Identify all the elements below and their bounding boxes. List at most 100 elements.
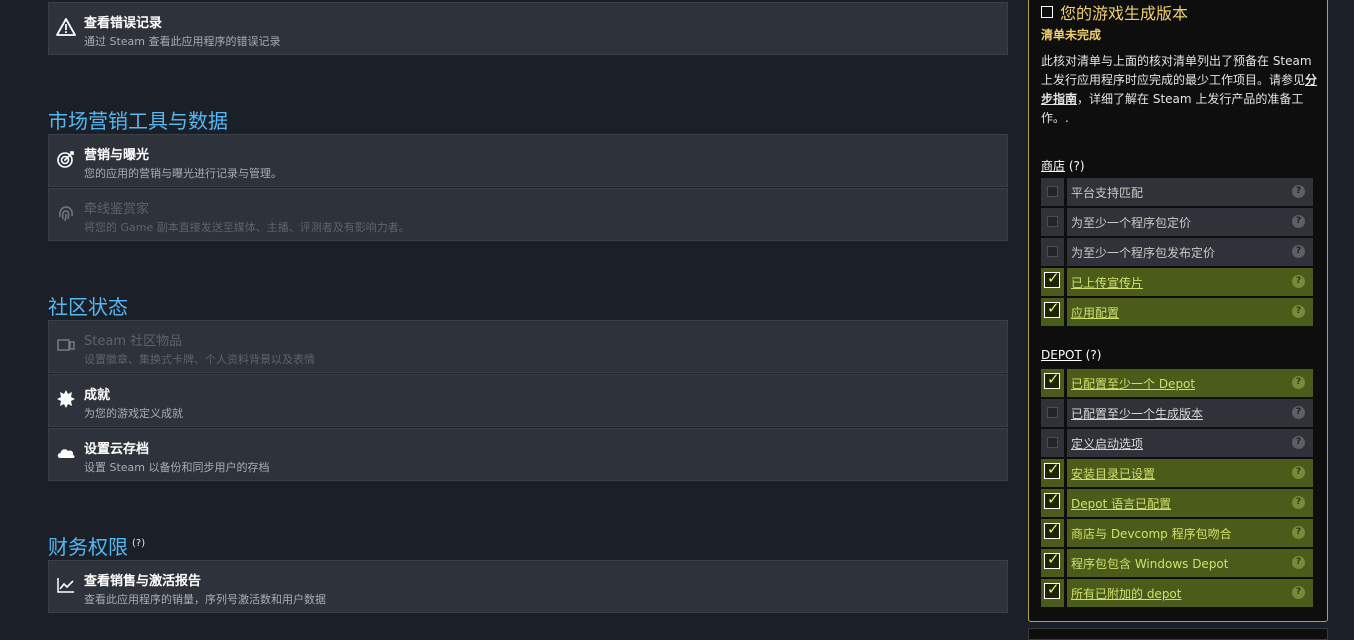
item-title: 成就	[84, 388, 111, 403]
item-desc: 设置徽章、集换式卡牌、个人资料背景以及表情	[84, 353, 315, 366]
row-label: 安装目录已设置	[1071, 467, 1156, 481]
checkbox[interactable]	[1041, 178, 1064, 206]
help-icon[interactable]: ?	[1292, 466, 1305, 479]
store-link[interactable]: 商店	[1041, 159, 1065, 173]
checkbox[interactable]	[1041, 298, 1064, 326]
item-title: 营销与曝光	[84, 148, 150, 163]
row-label: 程序包包含 Windows Depot	[1071, 557, 1229, 571]
check-icon	[1044, 370, 1060, 389]
help-icon[interactable]: ?	[1292, 526, 1305, 539]
checkbox[interactable]	[1041, 459, 1064, 487]
row-label: 已配置至少一个生成版本	[1071, 407, 1204, 421]
item-desc: 设置 Steam 以备份和同步用户的存档	[84, 461, 270, 474]
achievements-item[interactable]: 成就 为您的游戏定义成就	[48, 374, 1008, 427]
help-icon[interactable]: ?	[1292, 436, 1305, 449]
checkbox[interactable]	[1041, 399, 1064, 427]
checklist-row[interactable]: 已配置至少一个 Depot?	[1041, 369, 1313, 397]
community-items-item: Steam 社区物品 设置徽章、集换式卡牌、个人资料背景以及表情	[48, 320, 1008, 373]
marketing-section-title: 市场营销工具与数据	[48, 109, 228, 133]
checkbox[interactable]	[1041, 208, 1064, 236]
checklist-row[interactable]: 定义启动选项?	[1041, 429, 1313, 457]
empty-checkbox-icon	[1047, 216, 1058, 227]
checklist-row[interactable]: 安装目录已设置?	[1041, 459, 1313, 487]
row-label-box[interactable]: Depot 语言已配置?	[1067, 489, 1313, 517]
help-icon[interactable]: ?	[1292, 275, 1305, 288]
marketing-visibility-item[interactable]: 营销与曝光 您的应用的营销与曝光进行记录与管理。	[48, 134, 1008, 187]
help-icon[interactable]: ?	[1292, 185, 1305, 198]
help-icon[interactable]: ?	[1292, 586, 1305, 599]
checklist-row[interactable]: 平台支持匹配?	[1041, 178, 1313, 206]
view-error-log-item[interactable]: 查看错误记录 通过 Steam 查看此应用程序的错误记录	[48, 2, 1008, 55]
row-label-box[interactable]: 所有已附加的 depot?	[1067, 579, 1313, 607]
row-label-box[interactable]: 已配置至少一个生成版本?	[1067, 399, 1313, 427]
row-label: 已配置至少一个 Depot	[1071, 377, 1196, 391]
checkbox[interactable]	[1041, 489, 1064, 517]
checkbox[interactable]	[1041, 369, 1064, 397]
checklist-row[interactable]: 所有已附加的 depot?	[1041, 579, 1313, 607]
row-label: 为至少一个程序包发布定价	[1071, 246, 1216, 260]
row-label-box[interactable]: 安装目录已设置?	[1067, 459, 1313, 487]
desc-text-end: ，详细了解在 Steam 上发行产品的准备工作。.	[1041, 92, 1304, 125]
row-label-box[interactable]: 应用配置?	[1067, 298, 1313, 326]
store-group-title: 商店 (?)	[1041, 157, 1085, 174]
item-desc: 您的应用的营销与曝光进行记录与管理。	[84, 167, 282, 180]
depot-link[interactable]: DEPOT	[1041, 348, 1082, 362]
checkbox[interactable]	[1041, 429, 1064, 457]
item-title: 设置云存档	[84, 442, 150, 457]
curator-connect-item: 牵线鉴赏家 将您的 Game 副本直接发送至媒体、主播、评测者及有影响力者。	[48, 188, 1008, 241]
warning-icon	[56, 18, 76, 36]
checkbox[interactable]	[1041, 519, 1064, 547]
checklist-row[interactable]: 程序包包含 Windows Depot?	[1041, 549, 1313, 577]
checkbox[interactable]	[1041, 268, 1064, 296]
help-icon[interactable]: ?	[1292, 496, 1305, 509]
row-label-box[interactable]: 已配置至少一个 Depot?	[1067, 369, 1313, 397]
item-desc: 查看此应用程序的销量，序列号激活数和用户数据	[84, 593, 326, 606]
checkbox[interactable]	[1041, 238, 1064, 266]
check-icon	[1044, 520, 1060, 539]
checklist-row[interactable]: 应用配置?	[1041, 298, 1313, 326]
row-label-box[interactable]: 定义启动选项?	[1067, 429, 1313, 457]
row-label-box[interactable]: 为至少一个程序包定价?	[1067, 208, 1313, 236]
row-label-box[interactable]: 为至少一个程序包发布定价?	[1067, 238, 1313, 266]
row-label-box[interactable]: 平台支持匹配?	[1067, 178, 1313, 206]
empty-checkbox-icon	[1047, 407, 1058, 418]
help-icon[interactable]: ?	[1292, 305, 1305, 318]
row-label-box[interactable]: 已上传宣传片?	[1067, 268, 1313, 296]
row-label: 为至少一个程序包定价	[1071, 216, 1192, 230]
help-icon[interactable]: ?	[1292, 376, 1305, 389]
help-icon[interactable]: ?	[1292, 556, 1305, 569]
checklist-row[interactable]: 为至少一个程序包定价?	[1041, 208, 1313, 236]
row-label-box[interactable]: 商店与 Devcomp 程序包吻合?	[1067, 519, 1313, 547]
row-label: 定义启动选项	[1071, 437, 1144, 451]
item-title: 查看销售与激活报告	[84, 574, 202, 589]
badge-icon	[57, 390, 75, 408]
check-icon	[1044, 299, 1060, 318]
help-marker[interactable]: (?)	[1069, 159, 1085, 173]
checklist-row[interactable]: 已上传宣传片?	[1041, 268, 1313, 296]
sales-report-item[interactable]: 查看销售与激活报告 查看此应用程序的销量，序列号激活数和用户数据	[48, 560, 1008, 613]
check-icon	[1044, 550, 1060, 569]
row-label: 所有已附加的 depot	[1071, 587, 1182, 601]
checkbox[interactable]	[1041, 549, 1064, 577]
check-icon	[1044, 490, 1060, 509]
fingerprint-icon	[59, 206, 73, 222]
help-marker[interactable]: (?)	[1086, 348, 1102, 362]
checklist-row[interactable]: Depot 语言已配置?	[1041, 489, 1313, 517]
row-label-box[interactable]: 程序包包含 Windows Depot?	[1067, 549, 1313, 577]
checkbox[interactable]	[1041, 579, 1064, 607]
item-title: 查看错误记录	[84, 16, 163, 31]
cloud-icon	[57, 449, 75, 458]
help-icon[interactable]: ?	[1292, 406, 1305, 419]
row-label: 平台支持匹配	[1071, 186, 1144, 200]
help-marker[interactable]: (?)	[132, 538, 145, 549]
checklist-row[interactable]: 商店与 Devcomp 程序包吻合?	[1041, 519, 1313, 547]
empty-checkbox-icon	[1047, 246, 1058, 257]
cloud-save-item[interactable]: 设置云存档 设置 Steam 以备份和同步用户的存档	[48, 428, 1008, 481]
empty-checkbox-icon	[1047, 437, 1058, 448]
help-icon[interactable]: ?	[1292, 245, 1305, 258]
checklist-row[interactable]: 为至少一个程序包发布定价?	[1041, 238, 1313, 266]
empty-checkbox-icon	[1047, 186, 1058, 197]
checklist-row[interactable]: 已配置至少一个生成版本?	[1041, 399, 1313, 427]
checklist-description: 此核对清单与上面的核对清单列出了预备在 Steam 上发行应用程序时应完成的最少…	[1041, 52, 1319, 128]
help-icon[interactable]: ?	[1292, 215, 1305, 228]
